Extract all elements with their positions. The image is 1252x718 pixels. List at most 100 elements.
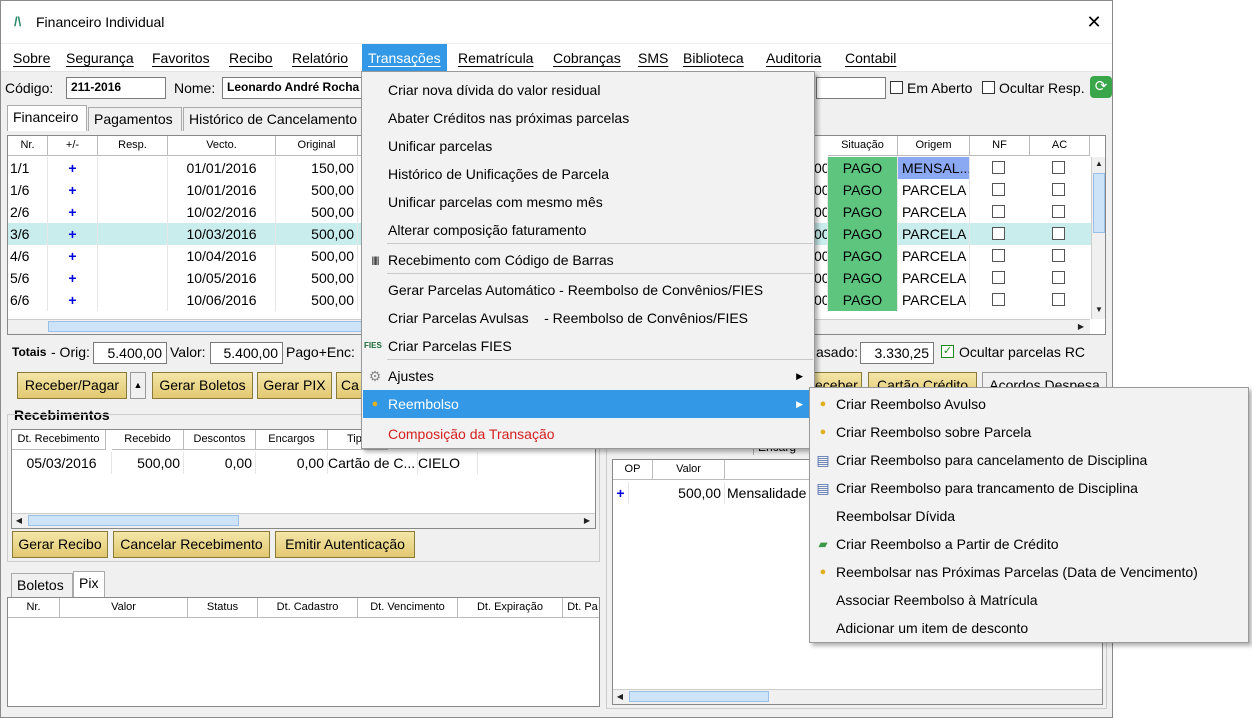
- nf-checkbox[interactable]: [992, 183, 1005, 196]
- menu-favoritos[interactable]: Favoritos: [146, 44, 216, 72]
- scrollbar-thumb[interactable]: [48, 321, 368, 332]
- row-tipo: Cartão de C...: [328, 452, 418, 474]
- submenu-item[interactable]: Reembolsar nas Próximas Parcelas (Data d…: [811, 558, 1247, 586]
- scroll-up-icon[interactable]: ▲: [1092, 157, 1105, 171]
- scrollbar-thumb[interactable]: [629, 691, 769, 702]
- add-icon[interactable]: +: [48, 267, 98, 289]
- horizontal-scrollbar[interactable]: ◀: [613, 689, 1102, 704]
- add-icon[interactable]: +: [613, 482, 629, 504]
- scroll-right-icon[interactable]: ▶: [580, 514, 594, 528]
- menu-relatorio[interactable]: Relatório: [286, 44, 354, 72]
- nf-checkbox[interactable]: [992, 249, 1005, 262]
- gerar-boletos-button[interactable]: Gerar Boletos: [152, 372, 253, 399]
- menu-item[interactable]: Alterar composição faturamento: [363, 216, 813, 244]
- receber-pagar-button[interactable]: Receber/Pagar: [17, 372, 127, 399]
- menu-item[interactable]: Gerar Parcelas Automático - Reembolso de…: [363, 276, 813, 304]
- submenu-item[interactable]: Associar Reembolso à Matrícula: [811, 586, 1247, 614]
- submenu-item[interactable]: Reembolsar Dívida: [811, 502, 1247, 530]
- menu-sobre[interactable]: Sobre: [7, 44, 56, 72]
- menu-item[interactable]: Reembolso ● ▶: [363, 390, 813, 418]
- nome-field[interactable]: Leonardo André Rocha: [222, 77, 364, 99]
- menu-biblioteca[interactable]: Biblioteca: [677, 44, 750, 72]
- tab-pix[interactable]: Pix: [73, 571, 105, 597]
- table-row[interactable]: 05/03/2016 500,00 0,00 0,00 Cartão de C... CI…: [12, 452, 595, 474]
- nf-checkbox[interactable]: [992, 161, 1005, 174]
- submenu-item[interactable]: Criar Reembolso sobre Parcela ●: [811, 418, 1247, 446]
- menu-item[interactable]: Histórico de Unificações de Parcela: [363, 160, 813, 188]
- menu-cobrancas[interactable]: Cobranças: [547, 44, 627, 72]
- menu-seguranca[interactable]: Segurança: [60, 44, 140, 72]
- scroll-right-icon[interactable]: ▶: [1074, 320, 1088, 334]
- ac-checkbox[interactable]: [1052, 161, 1065, 174]
- add-icon[interactable]: +: [48, 179, 98, 201]
- scroll-left-icon[interactable]: ◀: [613, 690, 627, 704]
- menu-item[interactable]: Abater Créditos nas próximas parcelas: [363, 104, 813, 132]
- menu-contabil[interactable]: Contabil: [839, 44, 902, 72]
- cancelar-recebimento-button[interactable]: Cancelar Recebimento: [113, 531, 270, 558]
- submenu-item[interactable]: Adicionar um item de desconto: [811, 614, 1247, 642]
- scroll-down-icon[interactable]: ▼: [1092, 303, 1105, 317]
- gerar-recibo-button[interactable]: Gerar Recibo: [12, 531, 108, 558]
- ocultar-resp-checkbox[interactable]: [982, 81, 995, 94]
- menu-item[interactable]: Criar Parcelas Avulsas - Reembolso de Co…: [363, 304, 813, 332]
- col-header: Dt. Recebimento: [12, 430, 106, 450]
- add-icon[interactable]: +: [48, 157, 98, 179]
- menu-item[interactable]: Criar nova dívida do valor residual: [363, 76, 813, 104]
- expand-button[interactable]: ▲: [130, 372, 146, 399]
- add-icon[interactable]: +: [48, 245, 98, 267]
- emitir-autenticacao-button[interactable]: Emitir Autenticação: [275, 531, 415, 558]
- search-extra-field[interactable]: [816, 77, 886, 99]
- menu-recibo[interactable]: Recibo: [223, 44, 279, 72]
- ac-checkbox[interactable]: [1052, 293, 1065, 306]
- menu-item[interactable]: Criar Parcelas FIES FIES: [363, 332, 813, 360]
- menu-transacoes[interactable]: Transações: [362, 44, 447, 72]
- menu-auditoria[interactable]: Auditoria: [760, 44, 827, 72]
- add-icon[interactable]: +: [48, 223, 98, 245]
- menu-sms[interactable]: SMS: [632, 44, 674, 72]
- menu-item[interactable]: Recebimento com Código de Barras |||||: [363, 246, 813, 274]
- nf-checkbox[interactable]: [992, 271, 1005, 284]
- submenu-item[interactable]: Criar Reembolso para trancamento de Disc…: [811, 474, 1247, 502]
- menu-item[interactable]: Composição da Transação: [363, 420, 813, 448]
- vertical-scrollbar[interactable]: ▲ ▼: [1091, 157, 1105, 319]
- menu-item[interactable]: Ajustes ⚙ ▶: [363, 362, 813, 390]
- horizontal-scrollbar[interactable]: ◀ ▶: [12, 513, 595, 528]
- fies-icon: FIES: [364, 341, 382, 350]
- ocultar-rc-checkbox[interactable]: ✓: [941, 345, 954, 358]
- ac-checkbox[interactable]: [1052, 183, 1065, 196]
- cancelar-parcela-button[interactable]: Ca: [336, 372, 363, 399]
- col-header: Valor: [653, 460, 725, 480]
- row-nr: 1/1: [10, 157, 48, 179]
- scrollbar-thumb[interactable]: [1093, 173, 1105, 233]
- ac-checkbox[interactable]: [1052, 227, 1065, 240]
- row-valor-frag: 00: [814, 289, 828, 311]
- tab-financeiro[interactable]: Financeiro: [7, 105, 87, 131]
- ac-checkbox[interactable]: [1052, 271, 1065, 284]
- add-icon[interactable]: +: [48, 289, 98, 311]
- nf-checkbox[interactable]: [992, 227, 1005, 240]
- menu-item[interactable]: Unificar parcelas: [363, 132, 813, 160]
- submenu-item[interactable]: Criar Reembolso para cancelamento de Dis…: [811, 446, 1247, 474]
- add-icon[interactable]: +: [48, 201, 98, 223]
- scroll-left-icon[interactable]: ◀: [12, 514, 26, 528]
- refresh-icon[interactable]: ⟳: [1090, 76, 1112, 98]
- window-title: Financeiro Individual: [36, 14, 165, 30]
- ac-checkbox[interactable]: [1052, 249, 1065, 262]
- submenu-item[interactable]: Criar Reembolso Avulso ●: [811, 390, 1247, 418]
- gerar-pix-button[interactable]: Gerar PIX: [257, 372, 332, 399]
- submenu-item[interactable]: Criar Reembolso a Partir de Crédito ▰: [811, 530, 1247, 558]
- menu-rematricula[interactable]: Rematrícula: [452, 44, 539, 72]
- em-aberto-checkbox[interactable]: [890, 81, 903, 94]
- tab-historico-cancelamento[interactable]: Histórico de Cancelamento: [183, 107, 363, 131]
- ac-checkbox[interactable]: [1052, 205, 1065, 218]
- nf-checkbox[interactable]: [992, 293, 1005, 306]
- tab-boletos[interactable]: Boletos: [11, 573, 73, 597]
- menu-item[interactable]: Unificar parcelas com mesmo mês: [363, 188, 813, 216]
- nf-checkbox[interactable]: [992, 205, 1005, 218]
- codigo-field[interactable]: 211-2016: [66, 77, 166, 99]
- title-bar: /\ Financeiro Individual ✕: [1, 1, 1112, 43]
- submenu-item-label: Adicionar um item de desconto: [836, 620, 1029, 636]
- tab-pagamentos[interactable]: Pagamentos: [88, 107, 182, 131]
- close-icon[interactable]: ✕: [1081, 9, 1107, 35]
- scrollbar-thumb[interactable]: [28, 515, 239, 526]
